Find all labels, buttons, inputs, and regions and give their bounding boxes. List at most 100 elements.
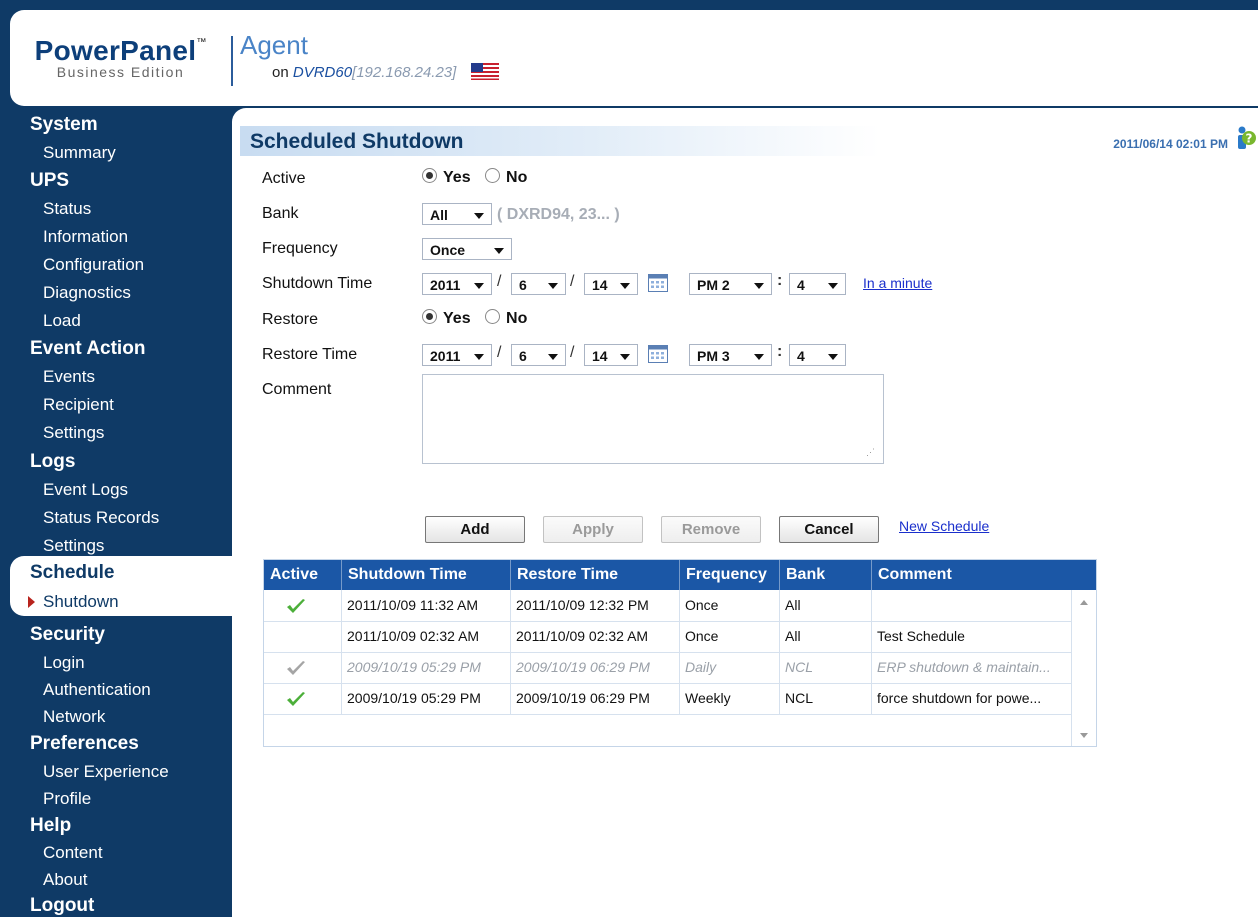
nav-logout[interactable]: Logout bbox=[30, 895, 94, 917]
cell-comment bbox=[872, 590, 1072, 621]
shutdown-month-select[interactable]: 6 bbox=[511, 273, 566, 295]
app-header: PowerPanel™ Business Edition Agent on DV… bbox=[10, 10, 1258, 106]
help-icon[interactable]: ? bbox=[1234, 126, 1256, 150]
nav-item-profile[interactable]: Profile bbox=[43, 789, 91, 809]
active-yes-label: Yes bbox=[443, 169, 471, 186]
time-separator: : bbox=[777, 272, 783, 289]
frequency-select[interactable]: Once bbox=[422, 238, 512, 260]
col-frequency[interactable]: Frequency bbox=[680, 560, 780, 590]
chevron-down-icon bbox=[620, 354, 630, 360]
nav-item-load[interactable]: Load bbox=[43, 311, 81, 331]
nav-item-about[interactable]: About bbox=[43, 870, 87, 890]
col-shutdown-time[interactable]: Shutdown Time bbox=[342, 560, 511, 590]
shutdown-day-select[interactable]: 14 bbox=[584, 273, 638, 295]
page-title: Scheduled Shutdown bbox=[250, 130, 464, 153]
shutdown-day-value: 14 bbox=[592, 277, 608, 293]
nav-item-log-settings[interactable]: Settings bbox=[43, 536, 104, 556]
col-restore-time[interactable]: Restore Time bbox=[511, 560, 680, 590]
logo-divider bbox=[231, 36, 233, 86]
check-icon bbox=[287, 599, 305, 613]
restore-month-select[interactable]: 6 bbox=[511, 344, 566, 366]
new-schedule-link[interactable]: New Schedule bbox=[899, 518, 989, 534]
restore-radio-group: Yes No bbox=[422, 309, 537, 328]
restore-minute-select[interactable]: 4 bbox=[789, 344, 846, 366]
nav-category-event-action[interactable]: Event Action bbox=[30, 338, 145, 360]
restore-day-select[interactable]: 14 bbox=[584, 344, 638, 366]
active-no-radio[interactable]: No bbox=[485, 168, 527, 186]
chevron-down-icon bbox=[474, 283, 484, 289]
time-separator: : bbox=[777, 343, 783, 360]
add-button[interactable]: Add bbox=[425, 516, 525, 543]
nav-item-event-logs[interactable]: Event Logs bbox=[43, 480, 128, 500]
shutdown-year-select[interactable]: 2011 bbox=[422, 273, 492, 295]
nav-item-event-settings[interactable]: Settings bbox=[43, 423, 104, 443]
restore-no-radio[interactable]: No bbox=[485, 309, 527, 327]
resize-grip-icon[interactable]: ⋰ bbox=[866, 447, 875, 458]
nav-item-status[interactable]: Status bbox=[43, 199, 91, 219]
date-separator: / bbox=[570, 344, 575, 361]
active-label: Active bbox=[262, 170, 306, 187]
sidebar-nav: System Summary UPS Status Information Co… bbox=[0, 108, 232, 917]
table-row[interactable]: 2011/10/09 11:32 AM 2011/10/09 12:32 PM … bbox=[264, 590, 1072, 622]
restore-day-value: 14 bbox=[592, 348, 608, 364]
nav-item-events[interactable]: Events bbox=[43, 367, 95, 387]
cancel-button[interactable]: Cancel bbox=[779, 516, 879, 543]
cell-shutdown-time: 2009/10/19 05:29 PM bbox=[342, 683, 511, 714]
apply-button[interactable]: Apply bbox=[543, 516, 643, 543]
chevron-down-icon bbox=[548, 283, 558, 289]
restore-year-select[interactable]: 2011 bbox=[422, 344, 492, 366]
nav-item-recipient[interactable]: Recipient bbox=[43, 395, 114, 415]
table-row[interactable]: 2009/10/19 05:29 PM 2009/10/19 06:29 PM … bbox=[264, 683, 1072, 715]
nav-item-network[interactable]: Network bbox=[43, 707, 105, 727]
table-row[interactable]: 2009/10/19 05:29 PM 2009/10/19 06:29 PM … bbox=[264, 652, 1072, 684]
nav-category-system[interactable]: System bbox=[30, 114, 98, 136]
current-datetime: 2011/06/14 02:01 PM bbox=[1113, 137, 1228, 151]
table-scrollbar[interactable] bbox=[1071, 590, 1096, 746]
nav-category-help[interactable]: Help bbox=[30, 815, 71, 837]
restore-calendar-icon[interactable] bbox=[648, 345, 668, 363]
shutdown-calendar-icon[interactable] bbox=[648, 274, 668, 292]
nav-item-status-records[interactable]: Status Records bbox=[43, 508, 159, 528]
col-comment[interactable]: Comment bbox=[872, 560, 1096, 590]
nav-item-diagnostics[interactable]: Diagnostics bbox=[43, 283, 131, 303]
nav-item-summary[interactable]: Summary bbox=[43, 143, 116, 163]
us-flag-icon[interactable] bbox=[470, 62, 499, 80]
chevron-down-icon bbox=[754, 354, 764, 360]
nav-item-user-experience[interactable]: User Experience bbox=[43, 762, 169, 782]
cell-comment: force shutdown for powe... bbox=[872, 683, 1072, 714]
col-active[interactable]: Active bbox=[264, 560, 342, 590]
nav-category-schedule[interactable]: Schedule bbox=[30, 562, 114, 584]
svg-text:?: ? bbox=[1246, 132, 1253, 146]
scroll-down-icon[interactable] bbox=[1080, 733, 1088, 738]
radio-unchecked-icon bbox=[485, 309, 501, 324]
restore-time-label: Restore Time bbox=[262, 346, 358, 363]
nav-category-ups[interactable]: UPS bbox=[30, 170, 69, 192]
nav-item-information[interactable]: Information bbox=[43, 227, 128, 247]
nav-item-authentication[interactable]: Authentication bbox=[43, 680, 151, 700]
comment-textarea[interactable] bbox=[422, 374, 884, 464]
current-page-arrow-icon bbox=[28, 596, 35, 608]
shutdown-hour-select[interactable]: PM 2 bbox=[689, 273, 772, 295]
nav-category-preferences[interactable]: Preferences bbox=[30, 733, 139, 755]
in-a-minute-link[interactable]: In a minute bbox=[863, 275, 932, 291]
active-yes-radio[interactable]: Yes bbox=[422, 168, 471, 186]
frequency-select-value: Once bbox=[430, 242, 466, 258]
cell-bank: All bbox=[780, 621, 872, 652]
scroll-up-icon[interactable] bbox=[1080, 600, 1088, 605]
remove-button[interactable]: Remove bbox=[661, 516, 761, 543]
bank-select[interactable]: All bbox=[422, 203, 492, 225]
restore-yes-radio[interactable]: Yes bbox=[422, 309, 471, 327]
nav-item-content[interactable]: Content bbox=[43, 843, 103, 863]
shutdown-minute-select[interactable]: 4 bbox=[789, 273, 846, 295]
nav-item-configuration[interactable]: Configuration bbox=[43, 255, 144, 275]
restore-hour-select[interactable]: PM 3 bbox=[689, 344, 772, 366]
cell-comment: ERP shutdown & maintain... bbox=[872, 652, 1072, 683]
nav-category-logs[interactable]: Logs bbox=[30, 451, 75, 473]
table-row[interactable]: 2011/10/09 02:32 AM 2011/10/09 02:32 AM … bbox=[264, 621, 1072, 653]
restore-minute-value: 4 bbox=[797, 348, 805, 364]
nav-item-shutdown[interactable]: Shutdown bbox=[43, 592, 119, 612]
nav-category-security[interactable]: Security bbox=[30, 624, 105, 646]
col-bank[interactable]: Bank bbox=[780, 560, 872, 590]
radio-checked-icon bbox=[422, 168, 437, 183]
nav-item-login[interactable]: Login bbox=[43, 653, 85, 673]
